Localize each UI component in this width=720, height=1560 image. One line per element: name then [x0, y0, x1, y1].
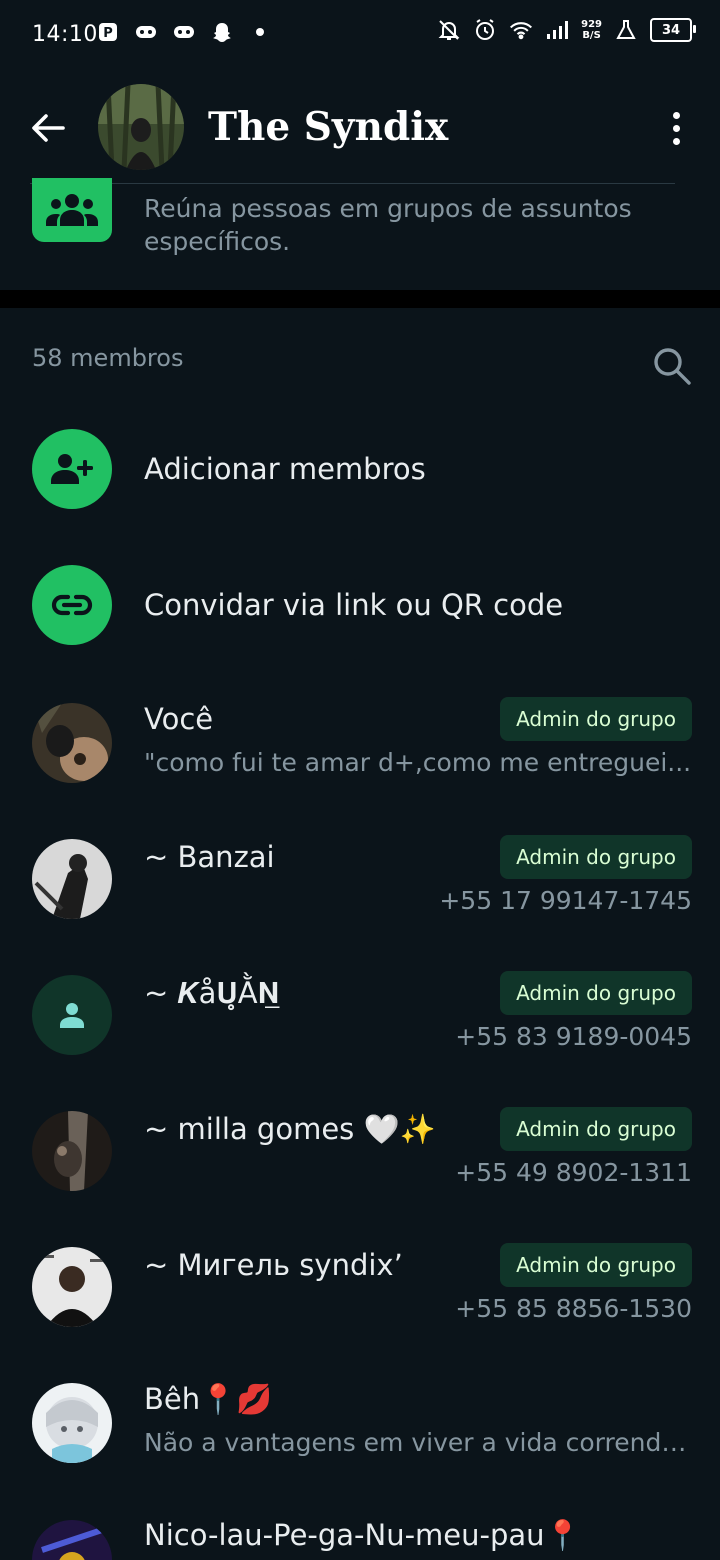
- member-row-beh[interactable]: Bêh📍💋 Não a vantagens em viver a vida co…: [0, 1372, 720, 1482]
- network-speed-value: 929: [581, 19, 602, 30]
- search-icon: [654, 348, 691, 385]
- back-button[interactable]: [26, 106, 70, 150]
- admin-badge: Admin do grupo: [500, 1107, 692, 1151]
- member-status: Não a vantagens em viver a vida correndo…: [144, 1428, 692, 1457]
- members-search-button[interactable]: [650, 344, 694, 388]
- member-name: Bêh📍💋: [144, 1382, 273, 1416]
- person-add-icon: [32, 429, 112, 509]
- members-count: 58 membros: [32, 344, 184, 372]
- wifi-icon: [509, 18, 533, 42]
- group-title[interactable]: The Syndix: [208, 104, 448, 150]
- member-row-voce[interactable]: Você Admin do grupo "como fui te amar d+…: [0, 690, 720, 800]
- add-members-row[interactable]: Adicionar membros: [32, 429, 692, 509]
- link-icon: [32, 565, 112, 645]
- signal-icon: [545, 18, 569, 42]
- member-name: ~ Мигель syndix’: [144, 1248, 403, 1282]
- bell-off-icon: [437, 18, 461, 42]
- header-divider: [30, 183, 675, 184]
- admin-badge: Admin do grupo: [500, 697, 692, 741]
- community-group-icon: [32, 178, 112, 242]
- member-row-nico[interactable]: Nico-lau-Pe-ga-Nu-meu-pau📍: [0, 1508, 720, 1560]
- member-name: ~ milla gomes 🤍✨: [144, 1112, 436, 1146]
- member-phone: +55 85 8856-1530: [455, 1294, 692, 1323]
- svg-text:P: P: [103, 26, 113, 41]
- snapchat-icon: [210, 20, 234, 44]
- invite-link-label: Convidar via link ou QR code: [144, 588, 564, 622]
- member-avatar: [32, 1520, 112, 1560]
- admin-badge: Admin do grupo: [500, 1243, 692, 1287]
- member-phone: +55 17 99147-1745: [439, 886, 692, 915]
- member-row-milla[interactable]: ~ milla gomes 🤍✨ Admin do grupo +55 49 8…: [0, 1100, 720, 1210]
- member-status: "como fui te amar d+,como me entreguei..…: [144, 748, 692, 777]
- group-avatar[interactable]: [98, 84, 184, 170]
- gamepad-icon: [134, 20, 158, 44]
- member-name: ~ Banzai: [144, 840, 275, 874]
- more-options-button[interactable]: [660, 106, 692, 150]
- dot-icon: [248, 20, 272, 44]
- network-speed: 929 B/S: [581, 19, 602, 41]
- member-row-kauan[interactable]: ~ 𝑲å𝐔̥Ằ𝐍̲ Admin do grupo +55 83 9189-004…: [0, 964, 720, 1074]
- default-avatar-icon: [32, 975, 112, 1055]
- invite-link-row[interactable]: Convidar via link ou QR code: [32, 565, 692, 645]
- add-members-label: Adicionar membros: [144, 452, 426, 486]
- more-vert-icon: [672, 111, 680, 119]
- arrow-left-icon: [32, 114, 65, 142]
- battery-indicator: 34: [650, 18, 696, 42]
- network-speed-unit: B/S: [582, 30, 601, 41]
- member-avatar: [32, 839, 112, 919]
- alarm-icon: [473, 18, 497, 42]
- member-avatar: [32, 1383, 112, 1463]
- member-phone: +55 83 9189-0045: [455, 1022, 692, 1051]
- member-name: Você: [144, 702, 214, 736]
- more-vert-icon: [672, 137, 680, 145]
- p-badge-icon: P: [96, 20, 120, 44]
- member-avatar: [32, 703, 112, 783]
- member-name: ~ 𝑲å𝐔̥Ằ𝐍̲: [144, 976, 280, 1010]
- member-name: Nico-lau-Pe-ga-Nu-meu-pau📍: [144, 1518, 581, 1552]
- admin-badge: Admin do grupo: [500, 971, 692, 1015]
- section-separator: [0, 290, 720, 308]
- member-row-banzai[interactable]: ~ Banzai Admin do grupo +55 17 99147-174…: [0, 828, 720, 938]
- member-avatar: [32, 1247, 112, 1327]
- member-row-migel[interactable]: ~ Мигель syndix’ Admin do grupo +55 85 8…: [0, 1236, 720, 1346]
- status-time: 14:10: [32, 22, 98, 47]
- admin-badge: Admin do grupo: [500, 835, 692, 879]
- gamepad-icon: [172, 20, 196, 44]
- member-avatar: [32, 1111, 112, 1191]
- status-right-icons: 929 B/S 34: [437, 18, 696, 42]
- more-vert-icon: [672, 124, 680, 132]
- member-phone: +55 49 8902-1311: [455, 1158, 692, 1187]
- status-left-icons: P: [96, 20, 272, 44]
- community-description: Reúna pessoas em grupos de assuntos espe…: [144, 194, 632, 256]
- lab-flask-icon: [614, 18, 638, 42]
